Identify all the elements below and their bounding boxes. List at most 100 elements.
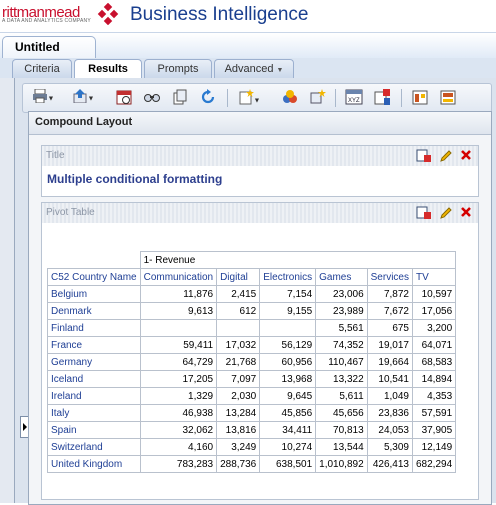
revenue-cell: 23,836 [366, 404, 414, 422]
revenue-cell [139, 319, 218, 337]
column-header[interactable]: Communication [139, 268, 218, 286]
view-properties-icon [416, 149, 431, 162]
new-view-button[interactable]: ▼ [235, 89, 263, 107]
revenue-cell: 19,017 [366, 336, 414, 354]
copy-button[interactable] [169, 89, 191, 107]
country-cell[interactable]: United Kingdom [47, 455, 141, 473]
column-header[interactable]: Digital [216, 268, 261, 286]
layout-button[interactable] [409, 89, 431, 107]
column-header[interactable]: Services [366, 268, 414, 286]
close-icon [461, 150, 471, 160]
revenue-cell: 4,353 [411, 387, 457, 405]
column-header[interactable]: TV [411, 268, 457, 286]
country-cell[interactable]: Ireland [47, 387, 141, 405]
revenue-cell: 10,274 [259, 438, 317, 456]
tab-results[interactable]: Results [74, 59, 142, 80]
measure-label: 1- Revenue [139, 251, 457, 269]
country-cell[interactable]: Spain [47, 421, 141, 439]
tab-criteria[interactable]: Criteria [12, 59, 72, 79]
export-button[interactable]: ▼ [69, 89, 97, 107]
properties-button[interactable] [371, 89, 393, 107]
country-cell[interactable]: Denmark [47, 302, 141, 320]
revenue-cell: 37,905 [411, 421, 457, 439]
revenue-cell: 45,656 [315, 404, 368, 422]
view-selector-button[interactable] [279, 89, 301, 107]
revenue-cell: 2,415 [216, 285, 261, 303]
pivot-table: 1- Revenue C52 Country Name Communicatio… [47, 251, 457, 473]
edit-view-button[interactable] [438, 206, 454, 221]
revenue-cell: 13,322 [315, 370, 368, 388]
revenue-cell: 7,872 [366, 285, 414, 303]
tab-prompts[interactable]: Prompts [144, 59, 212, 79]
format-table-icon: XYZ [345, 89, 363, 105]
view-properties-button[interactable] [416, 206, 432, 221]
close-icon [461, 207, 471, 217]
revenue-cell: 17,205 [139, 370, 218, 388]
new-view-icon [239, 89, 254, 105]
app-title: Business Intelligence [130, 4, 309, 25]
revenue-cell: 9,155 [259, 302, 317, 320]
revenue-cell: 60,956 [259, 353, 317, 371]
revenue-cell: 64,729 [139, 353, 218, 371]
revenue-cell [216, 319, 261, 337]
revenue-cell: 612 [216, 302, 261, 320]
country-cell[interactable]: Germany [47, 353, 141, 371]
add-view-button[interactable] [307, 89, 329, 107]
schedule-button[interactable] [113, 89, 135, 107]
column-header[interactable]: Games [315, 268, 368, 286]
country-cell[interactable]: Finland [47, 319, 141, 337]
row-header-label[interactable]: C52 Country Name [47, 268, 141, 286]
remove-view-button[interactable] [458, 149, 474, 164]
revenue-cell: 64,071 [411, 336, 457, 354]
country-cell[interactable]: Switzerland [47, 438, 141, 456]
view-properties-icon [416, 206, 431, 219]
compound-layout-panel: Compound Layout Title Multiple condition… [28, 111, 492, 505]
results-toolbar: ▼ ▼ ▼ XYZ [22, 83, 492, 113]
table-row: Denmark 9,613 612 9,155 23,989 7,672 17,056 [47, 302, 457, 320]
revenue-cell: 2,030 [216, 387, 261, 405]
print-button[interactable]: ▼ [29, 88, 57, 107]
revenue-cell: 57,591 [411, 404, 457, 422]
revenue-cell: 5,561 [315, 319, 368, 337]
revenue-cell: 10,541 [366, 370, 414, 388]
revenue-cell: 46,938 [139, 404, 218, 422]
revenue-cell: 23,006 [315, 285, 368, 303]
preview-button[interactable] [141, 89, 163, 107]
edit-view-button[interactable] [438, 149, 454, 164]
report-title: Multiple conditional formatting [47, 172, 223, 186]
refresh-button[interactable] [197, 89, 219, 107]
revenue-cell: 59,411 [139, 336, 218, 354]
revenue-cell: 675 [366, 319, 414, 337]
revenue-cell: 10,597 [411, 285, 457, 303]
revenue-cell: 13,816 [216, 421, 261, 439]
layout-icon [412, 90, 428, 105]
chevron-down-icon: ▼ [87, 95, 95, 103]
revenue-cell: 288,736 [216, 455, 261, 473]
country-cell[interactable]: Italy [47, 404, 141, 422]
revenue-cell: 1,049 [366, 387, 414, 405]
country-cell[interactable]: Belgium [47, 285, 141, 303]
column-header[interactable]: Electronics [259, 268, 317, 286]
revenue-cell: 14,894 [411, 370, 457, 388]
schedule-icon [116, 90, 132, 105]
table-row: France 59,411 17,032 56,129 74,352 19,017 64,0… [47, 336, 457, 354]
revenue-cell: 3,249 [216, 438, 261, 456]
revenue-cell [259, 319, 317, 337]
pivot-view-header: Pivot Table [42, 203, 478, 223]
compound-layout-button[interactable] [437, 89, 459, 107]
revenue-cell: 9,645 [259, 387, 317, 405]
add-view-icon [310, 89, 326, 104]
country-cell[interactable]: France [47, 336, 141, 354]
revenue-cell: 1,329 [139, 387, 218, 405]
country-cell[interactable]: Iceland [47, 370, 141, 388]
revenue-cell: 11,876 [139, 285, 218, 303]
document-tab[interactable]: Untitled [2, 36, 96, 59]
format-table-button[interactable]: XYZ [343, 89, 365, 107]
revenue-cell: 682,294 [411, 455, 457, 473]
view-properties-button[interactable] [416, 149, 432, 164]
revenue-cell: 7,154 [259, 285, 317, 303]
chevron-down-icon: ▼ [47, 95, 55, 103]
remove-view-button[interactable] [458, 206, 474, 221]
tab-advanced[interactable]: Advanced ▼ [214, 59, 294, 79]
revenue-cell: 74,352 [315, 336, 368, 354]
